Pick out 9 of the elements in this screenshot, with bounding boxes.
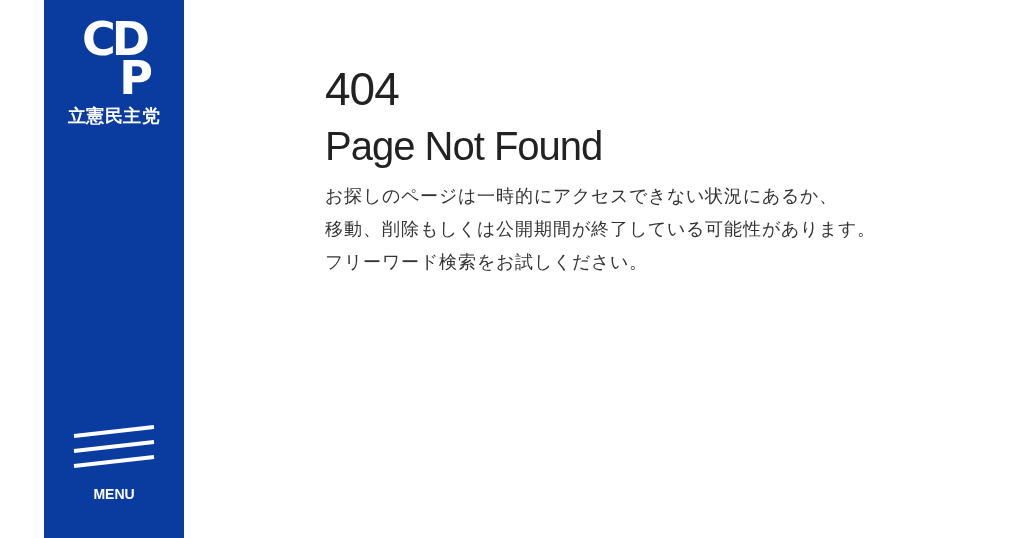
menu-button[interactable]: MENU [73,424,155,502]
error-message: 移動、削除もしくは公開期間が終了している可能性があります。 [325,218,876,241]
error-message: フリーワード検索をお試しください。 [325,251,649,274]
error-message: お探しのページは一時的にアクセスできない状況にあるか、 [325,185,839,208]
party-name: 立憲民主党 [67,105,161,129]
error-title: Page Not Found [325,124,604,168]
logo-mark[interactable]: CD P [71,20,157,99]
error-code: 404 [325,66,400,112]
menu-icon [73,424,155,470]
